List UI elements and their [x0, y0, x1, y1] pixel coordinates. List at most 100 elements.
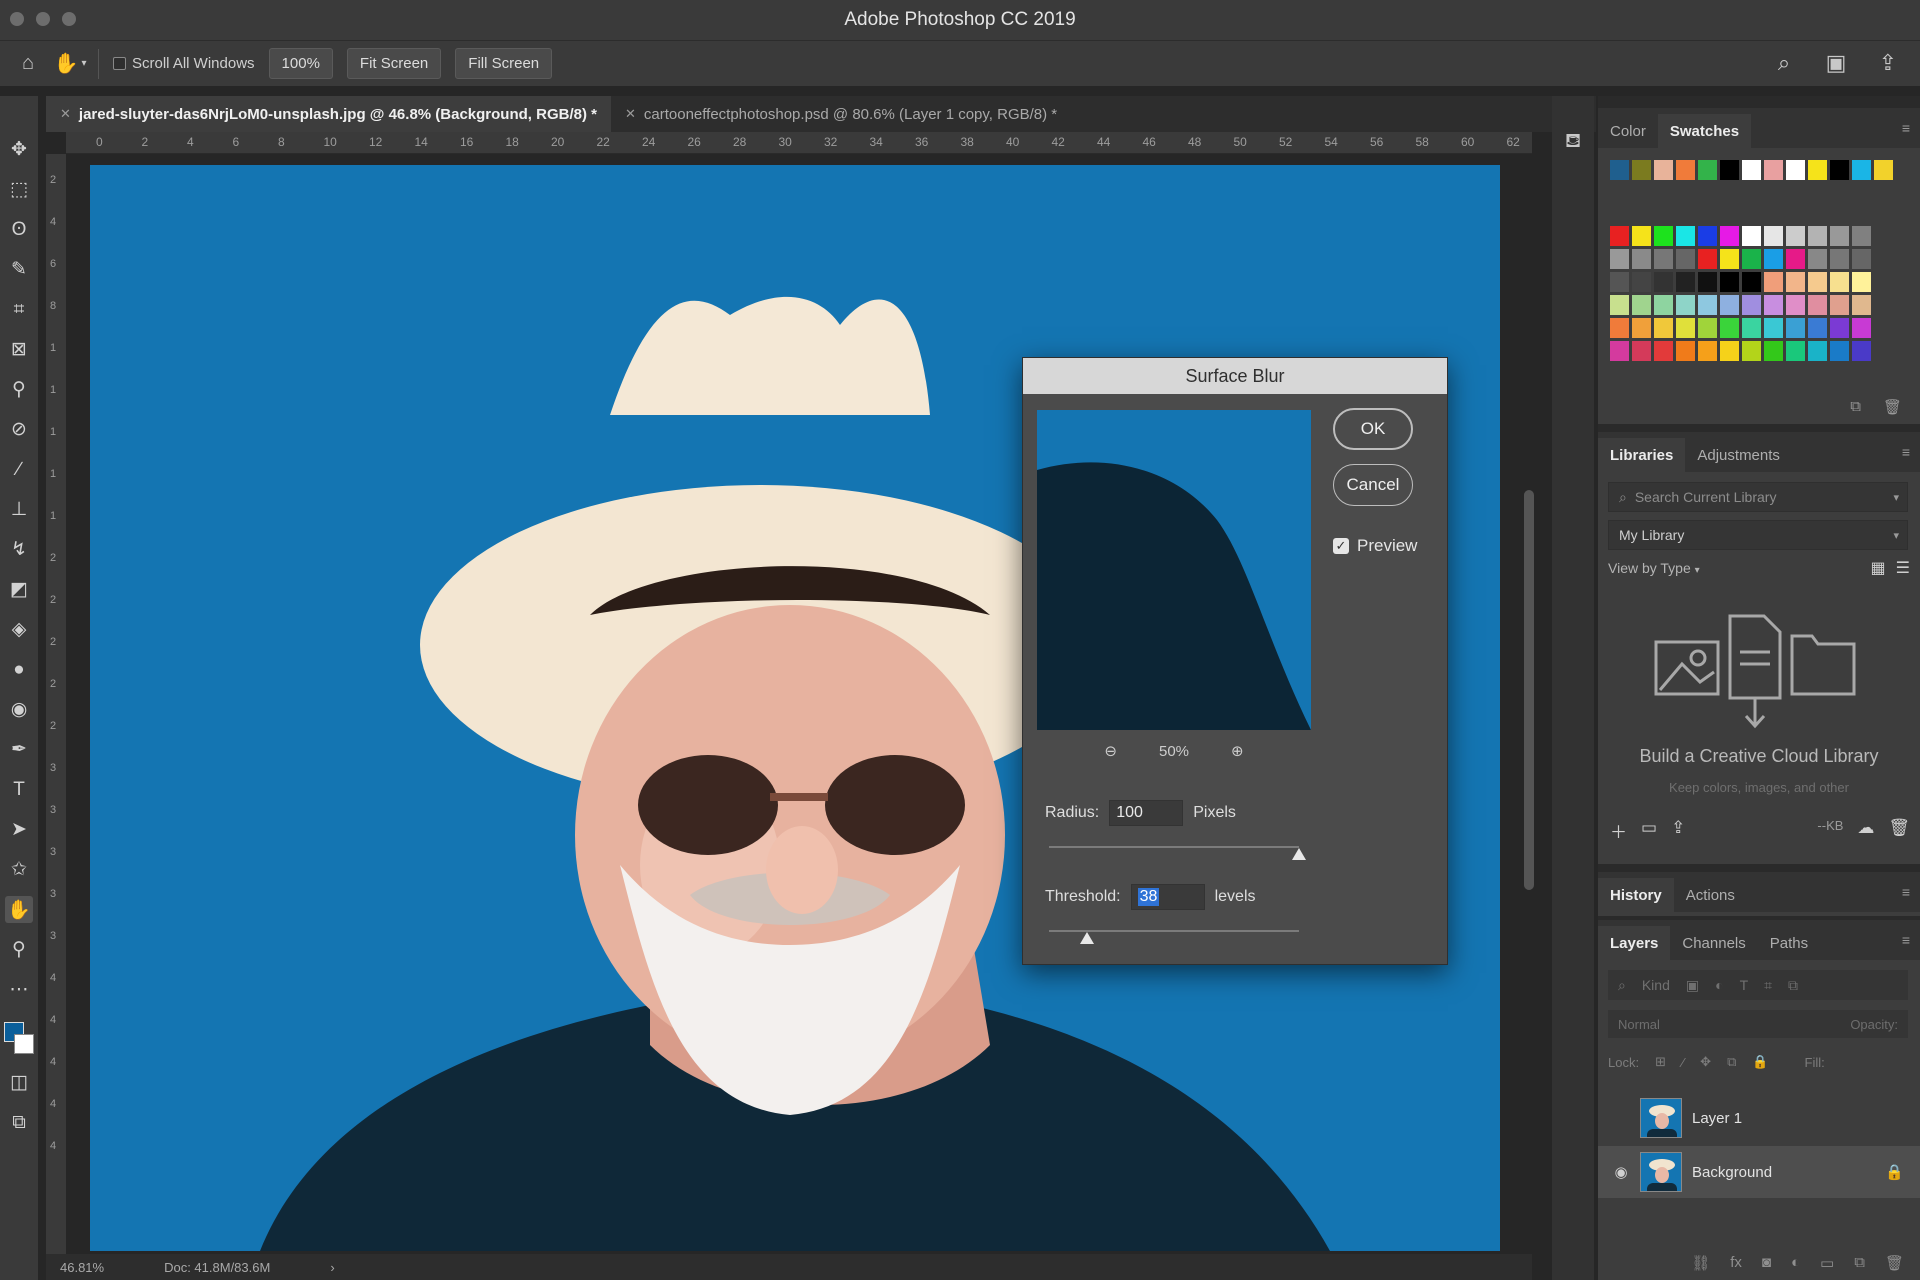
swatch[interactable]	[1830, 249, 1849, 269]
tab-color[interactable]: Color	[1598, 114, 1658, 148]
layer-mask-icon[interactable]: ◙	[1762, 1254, 1771, 1272]
swatch[interactable]	[1654, 226, 1673, 246]
swatch[interactable]	[1830, 272, 1849, 292]
paint-bucket-tool-icon[interactable]: ◈	[5, 616, 33, 643]
swatch[interactable]	[1654, 249, 1673, 269]
folder-icon[interactable]: ▭	[1641, 818, 1657, 843]
tab-actions[interactable]: Actions	[1674, 878, 1747, 912]
scroll-all-windows-checkbox[interactable]: Scroll All Windows	[113, 55, 255, 72]
swatch[interactable]	[1830, 318, 1849, 338]
type-filter-icon[interactable]: T	[1740, 977, 1749, 993]
swatch[interactable]	[1720, 249, 1739, 269]
document-tab[interactable]: ✕ cartooneffectphotoshop.psd @ 80.6% (La…	[611, 96, 1071, 132]
smart-object-filter-icon[interactable]: ⧉	[1788, 977, 1798, 994]
frame-tool-icon[interactable]: ⊠	[5, 336, 33, 363]
tab-swatches[interactable]: Swatches	[1657, 114, 1752, 148]
recent-swatch[interactable]	[1808, 160, 1827, 180]
swatch[interactable]	[1742, 295, 1761, 315]
library-search-input[interactable]: ⌕ Search Current Library ▾	[1608, 482, 1908, 512]
blur-tool-icon[interactable]: ●	[5, 656, 33, 683]
swatch[interactable]	[1720, 295, 1739, 315]
swatch[interactable]	[1632, 226, 1651, 246]
recent-swatch[interactable]	[1610, 160, 1629, 180]
swatch[interactable]	[1610, 341, 1629, 361]
swatch[interactable]	[1720, 226, 1739, 246]
dialog-title[interactable]: Surface Blur	[1023, 358, 1447, 394]
recent-swatch[interactable]	[1654, 160, 1673, 180]
trash-icon[interactable]: 🗑	[1885, 1254, 1904, 1272]
adjustment-filter-icon[interactable]: ◐	[1715, 977, 1723, 993]
swatch[interactable]	[1852, 318, 1871, 338]
pen-tool-icon[interactable]: ✒	[5, 736, 33, 763]
status-zoom[interactable]: 46.81%	[60, 1260, 104, 1275]
horizontal-ruler[interactable]: 0 2 4 6 8 10 12 14 16 18 20 22 24 26 28 30 32 34 36 38 40 42 4…	[66, 132, 1532, 154]
swatch[interactable]	[1764, 249, 1783, 269]
swatch[interactable]	[1764, 341, 1783, 361]
swatch[interactable]	[1808, 249, 1827, 269]
swatch[interactable]	[1808, 341, 1827, 361]
status-arrow-icon[interactable]: ›	[330, 1260, 334, 1275]
swatch[interactable]	[1786, 295, 1805, 315]
swatch[interactable]	[1698, 226, 1717, 246]
swatch[interactable]	[1786, 341, 1805, 361]
fill-screen-button[interactable]: Fill Screen	[455, 48, 553, 79]
background-color-swatch[interactable]	[14, 1034, 34, 1054]
swatch[interactable]	[1676, 272, 1695, 292]
opacity-label[interactable]: Opacity:	[1850, 1017, 1898, 1032]
layer-row[interactable]: Layer 1	[1598, 1092, 1920, 1144]
swatch[interactable]	[1720, 272, 1739, 292]
swatch[interactable]	[1786, 226, 1805, 246]
dialog-preview-image[interactable]	[1037, 410, 1311, 730]
swatch[interactable]	[1830, 295, 1849, 315]
swatch[interactable]	[1742, 272, 1761, 292]
vertical-scrollbar[interactable]	[1524, 490, 1534, 890]
swatch[interactable]	[1698, 341, 1717, 361]
document-tab[interactable]: ✕ jared-sluyter-das6NrjLoM0-unsplash.jpg…	[46, 96, 611, 132]
tab-layers[interactable]: Layers	[1598, 926, 1671, 960]
blend-mode-select[interactable]: Normal	[1618, 1017, 1660, 1032]
hand-tool-icon[interactable]: ✋	[5, 896, 33, 923]
threshold-slider-thumb[interactable]	[1079, 932, 1094, 944]
swatch[interactable]	[1764, 295, 1783, 315]
swatch[interactable]	[1852, 226, 1871, 246]
swatch[interactable]	[1632, 318, 1651, 338]
healing-brush-tool-icon[interactable]: ⊘	[5, 416, 33, 443]
radius-slider-thumb[interactable]	[1292, 848, 1306, 860]
view-by-type-dropdown[interactable]: View by Type ▾	[1608, 560, 1700, 576]
swatch[interactable]	[1742, 249, 1761, 269]
swatch[interactable]	[1676, 249, 1695, 269]
swatch[interactable]	[1698, 272, 1717, 292]
zoom-100-button[interactable]: 100%	[268, 48, 333, 79]
close-window-button[interactable]	[10, 12, 24, 26]
quick-select-tool-icon[interactable]: ✎	[5, 256, 33, 283]
recent-swatch[interactable]	[1698, 160, 1717, 180]
cancel-button[interactable]: Cancel	[1333, 464, 1413, 506]
swatch[interactable]	[1610, 295, 1629, 315]
swatch[interactable]	[1610, 226, 1629, 246]
lock-position-icon[interactable]: ✥	[1700, 1054, 1711, 1070]
panel-menu-icon[interactable]: ≡	[1902, 884, 1910, 900]
lock-artboard-icon[interactable]: ⧉	[1727, 1054, 1736, 1070]
swatch[interactable]	[1852, 295, 1871, 315]
tab-history[interactable]: History	[1598, 878, 1674, 912]
lock-all-icon[interactable]: 🔒	[1752, 1054, 1768, 1070]
swatch[interactable]	[1720, 318, 1739, 338]
panel-menu-icon[interactable]: ≡	[1902, 444, 1910, 460]
swatch[interactable]	[1676, 226, 1695, 246]
new-swatch-icon[interactable]: ⧉	[1850, 398, 1861, 416]
dodge-tool-icon[interactable]: ◉	[5, 696, 33, 723]
radius-slider-track[interactable]	[1049, 846, 1299, 848]
search-icon[interactable]: ⌕	[1770, 49, 1798, 77]
recent-swatch[interactable]	[1742, 160, 1761, 180]
more-tools-icon[interactable]: ⋯	[5, 976, 33, 1003]
swatch[interactable]	[1764, 318, 1783, 338]
swatch[interactable]	[1654, 341, 1673, 361]
swatch[interactable]	[1808, 318, 1827, 338]
swatch[interactable]	[1808, 272, 1827, 292]
shape-filter-icon[interactable]: ⌗	[1764, 977, 1772, 994]
share-icon[interactable]: ⇪	[1874, 49, 1902, 77]
swatch[interactable]	[1676, 318, 1695, 338]
preview-checkbox[interactable]: ✓ Preview	[1333, 536, 1417, 556]
crop-tool-icon[interactable]: ⌗	[5, 296, 33, 323]
lasso-tool-icon[interactable]: ʘ	[5, 216, 33, 243]
